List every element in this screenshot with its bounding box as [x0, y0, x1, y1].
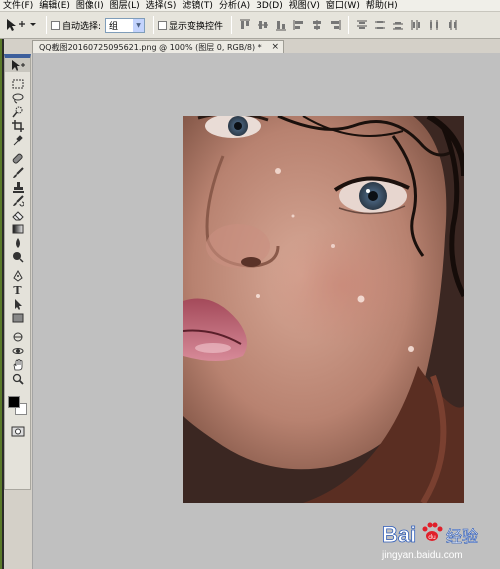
quick-select-tool-icon[interactable]: [5, 105, 30, 119]
options-separator: [153, 16, 155, 34]
healing-brush-tool-icon[interactable]: [5, 152, 30, 166]
canvas-image[interactable]: [183, 116, 464, 503]
document-title: QQ截图20160725095621.png @ 100% (图层 0, RGB…: [39, 42, 262, 52]
distribute-top-icon[interactable]: [355, 18, 369, 32]
menu-help[interactable]: 帮助(H): [363, 0, 401, 12]
3d-rotate-tool-icon[interactable]: [5, 330, 30, 344]
quick-mask-icon[interactable]: [5, 424, 30, 438]
menu-layer[interactable]: 图层(L): [107, 0, 143, 12]
window-edge-accent: [0, 39, 2, 569]
menu-filter[interactable]: 滤镜(T): [179, 0, 216, 12]
menu-view[interactable]: 视图(V): [286, 0, 323, 12]
options-separator: [348, 16, 350, 34]
type-tool-icon[interactable]: T: [5, 283, 30, 297]
brush-tool-icon[interactable]: [5, 166, 30, 180]
lasso-tool-icon[interactable]: [5, 91, 30, 105]
gradient-tool-icon[interactable]: [5, 222, 30, 236]
watermark-brand: Bai: [382, 522, 416, 547]
3d-orbit-tool-icon[interactable]: [5, 344, 30, 358]
rectangle-tool-icon[interactable]: [5, 311, 30, 325]
baidu-jingyan-watermark: Bai du 经验 jingyan.baidu.com: [380, 512, 496, 562]
tool-preset-picker[interactable]: [4, 15, 42, 35]
distribute-right-icon[interactable]: [445, 18, 459, 32]
eraser-tool-icon[interactable]: [5, 208, 30, 222]
align-top-icon[interactable]: [238, 18, 252, 32]
options-separator: [46, 16, 47, 34]
menu-window[interactable]: 窗口(W): [323, 0, 363, 12]
auto-select-dropdown[interactable]: 组 ▼: [105, 17, 146, 33]
auto-select-value: 组: [109, 21, 119, 32]
align-vcenter-icon[interactable]: [256, 18, 270, 32]
menu-select[interactable]: 选择(S): [143, 0, 180, 12]
watermark-url: jingyan.baidu.com: [381, 550, 463, 561]
dodge-tool-icon[interactable]: [5, 250, 30, 264]
menu-file[interactable]: 文件(F): [0, 0, 36, 12]
menu-edit[interactable]: 编辑(E): [36, 0, 73, 12]
menu-3d[interactable]: 3D(D): [253, 0, 286, 12]
svg-text:du: du: [428, 534, 436, 541]
align-hcenter-icon[interactable]: [310, 18, 324, 32]
foreground-color-swatch[interactable]: [8, 396, 20, 408]
show-transform-checkbox[interactable]: [158, 20, 168, 30]
marquee-tool-icon[interactable]: [5, 77, 30, 91]
tools-panel: T: [4, 54, 31, 490]
auto-select-label: 自动选择:: [62, 21, 102, 32]
paw-icon: du: [422, 522, 443, 541]
crop-tool-icon[interactable]: [5, 119, 30, 133]
distribute-hcenter-icon[interactable]: [427, 18, 441, 32]
clone-stamp-tool-icon[interactable]: [5, 180, 30, 194]
eyedropper-tool-icon[interactable]: [5, 133, 30, 147]
move-tool-preset-icon: [7, 19, 36, 31]
zoom-tool-icon[interactable]: [5, 372, 30, 386]
options-separator: [231, 16, 233, 34]
document-tab[interactable]: QQ截图20160725095621.png @ 100% (图层 0, RGB…: [32, 40, 284, 53]
auto-select-checkbox[interactable]: [51, 20, 60, 30]
align-left-icon[interactable]: [292, 18, 306, 32]
history-brush-tool-icon[interactable]: [5, 194, 30, 208]
menu-bar: 文件(F) 编辑(E) 图像(I) 图层(L) 选择(S) 滤镜(T) 分析(A…: [0, 0, 500, 12]
distribute-left-icon[interactable]: [409, 18, 423, 32]
align-right-icon[interactable]: [328, 18, 342, 32]
pen-tool-icon[interactable]: [5, 269, 30, 283]
show-transform-label: 显示变换控件: [169, 21, 224, 32]
color-swatches: [5, 390, 30, 420]
menu-analysis[interactable]: 分析(A): [216, 0, 253, 12]
options-bar: 自动选择: 组 ▼ 显示变换控件: [0, 12, 500, 39]
distribute-bottom-icon[interactable]: [391, 18, 405, 32]
blur-tool-icon[interactable]: [5, 236, 30, 250]
align-bottom-icon[interactable]: [274, 18, 288, 32]
distribute-vcenter-icon[interactable]: [373, 18, 387, 32]
path-select-tool-icon[interactable]: [5, 297, 30, 311]
hand-tool-icon[interactable]: [5, 358, 30, 372]
move-tool-icon[interactable]: [5, 58, 30, 72]
close-icon[interactable]: ×: [271, 42, 279, 52]
watermark-suffix: 经验: [446, 527, 478, 546]
chevron-down-icon: ▼: [133, 18, 145, 32]
menu-image[interactable]: 图像(I): [73, 0, 107, 12]
